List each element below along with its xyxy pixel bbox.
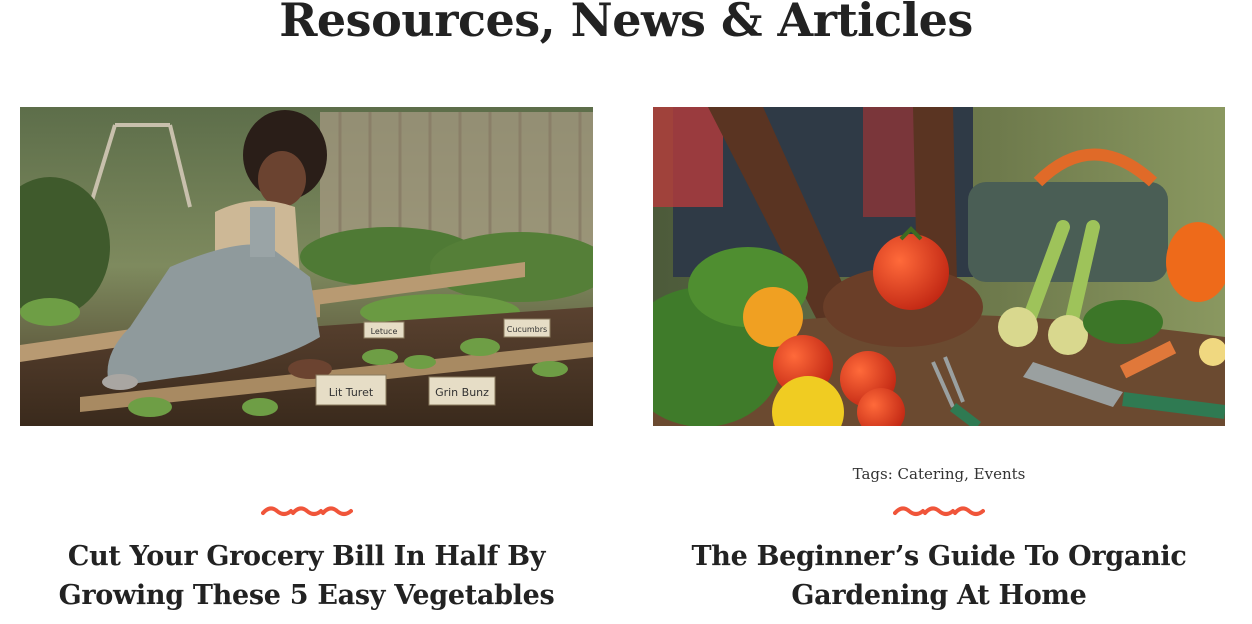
article-card-2: Tags: Catering, Events The Beginner’s Gu… <box>653 107 1225 611</box>
svg-text:Letuce: Letuce <box>371 327 398 336</box>
svg-text:Cucumbrs: Cucumbrs <box>507 325 547 334</box>
tag-separator: , <box>964 465 974 483</box>
article-1-image: Lit Turet Grin Bunz Cucumbrs Letuce <box>20 107 593 426</box>
tag-link-catering[interactable]: Catering <box>898 465 965 483</box>
sign-3: Cucumbrs <box>503 318 551 338</box>
article-1-image-link[interactable]: Lit Turet Grin Bunz Cucumbrs Letuce <box>20 107 593 426</box>
article-2-image-link[interactable] <box>653 107 1225 426</box>
sign-4: Letuce <box>363 321 405 339</box>
article-2-image <box>653 107 1225 426</box>
article-card-1: Lit Turet Grin Bunz Cucumbrs Letuce Cut … <box>20 107 593 611</box>
sign-2: Grin Bunz <box>428 376 496 406</box>
tag-link-events[interactable]: Events <box>974 465 1026 483</box>
accent-squiggle-1 <box>260 506 353 516</box>
article-2-tags: Tags: Catering, Events <box>653 465 1225 483</box>
article-2-title[interactable]: The Beginner’s Guide To Organic Gardenin… <box>653 537 1225 615</box>
sign-1: Lit Turet <box>315 374 387 406</box>
section-title: Resources, News & Articles <box>279 0 973 47</box>
article-1-title[interactable]: Cut Your Grocery Bill In Half By Growing… <box>20 537 593 615</box>
svg-text:Lit Turet: Lit Turet <box>329 386 374 399</box>
accent-squiggle-2 <box>893 506 985 516</box>
svg-text:Grin Bunz: Grin Bunz <box>435 386 489 399</box>
tags-label: Tags: <box>852 465 898 483</box>
